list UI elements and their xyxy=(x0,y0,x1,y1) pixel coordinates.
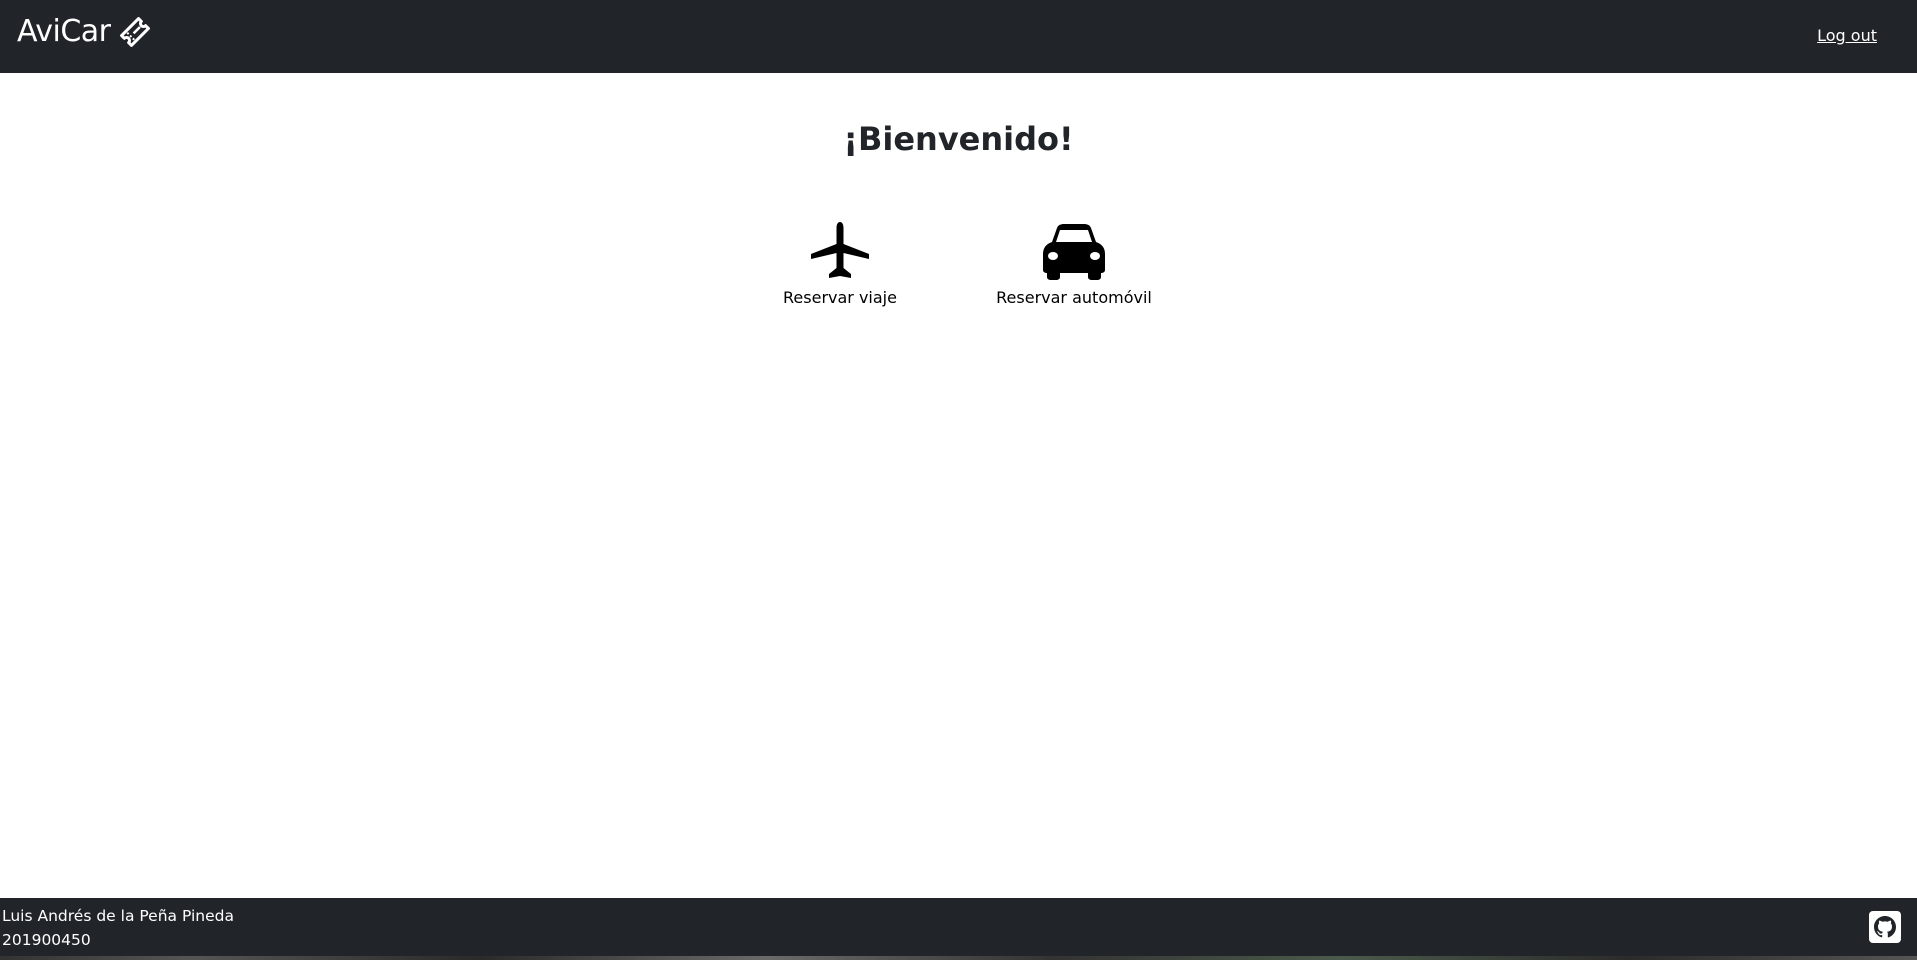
author-info: Luis Andrés de la Peña Pineda 201900450 xyxy=(2,904,234,952)
navbar: AviCar Log out xyxy=(0,0,1917,73)
brand-name: AviCar xyxy=(17,14,111,49)
car-icon xyxy=(1043,224,1105,280)
book-trip-button[interactable]: Reservar viaje xyxy=(740,220,940,307)
main-content: ¡Bienvenido! Reservar viaje Reservar aut… xyxy=(0,73,1917,898)
book-trip-label: Reservar viaje xyxy=(783,288,897,307)
author-name: Luis Andrés de la Peña Pineda xyxy=(2,907,234,925)
page-title: ¡Bienvenido! xyxy=(843,120,1074,158)
logout-link[interactable]: Log out xyxy=(1817,26,1877,45)
airplane-icon xyxy=(811,222,869,278)
author-id: 201900450 xyxy=(2,931,91,949)
footer-background-strip xyxy=(0,956,1917,960)
ticket-icon xyxy=(118,15,152,49)
footer: Luis Andrés de la Peña Pineda 201900450 xyxy=(0,898,1917,960)
book-car-label: Reservar automóvil xyxy=(996,288,1152,307)
book-car-button[interactable]: Reservar automóvil xyxy=(974,220,1174,307)
github-icon[interactable] xyxy=(1869,911,1901,943)
brand-link[interactable]: AviCar xyxy=(17,14,152,49)
